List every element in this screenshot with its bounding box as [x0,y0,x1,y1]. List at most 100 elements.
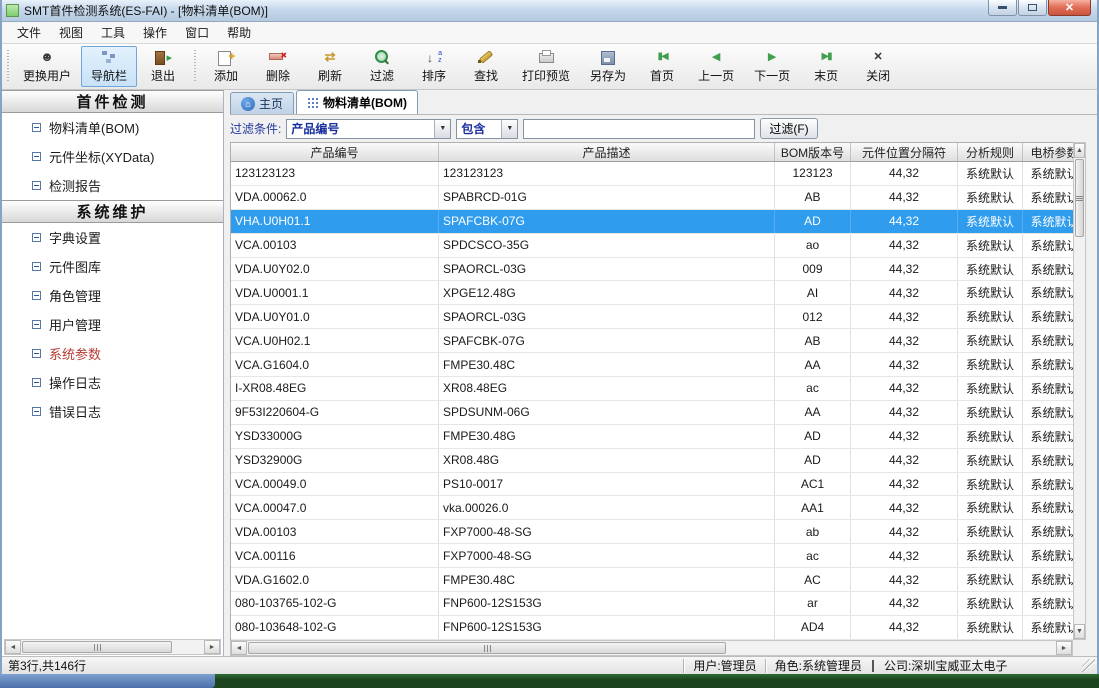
add-button[interactable]: 添加 [200,46,252,87]
table-cell: SPDCSCO-35G [439,234,775,257]
table-row[interactable]: VDA.G1602.0FMPE30.48CAC44,32系统默认系统默认 [231,568,1073,592]
table-cell: VDA.U0Y01.0 [231,305,439,328]
switch-user-button[interactable]: 更换用户 [13,46,81,87]
column-header[interactable]: BOM版本号 [775,143,851,161]
table-row[interactable]: 9F53I220604-GSPDSUNM-06GAA44,32系统默认系统默认 [231,401,1073,425]
table-row[interactable]: VDA.U0001.1XPGE12.48GAI44,32系统默认系统默认 [231,281,1073,305]
table-row[interactable]: VCA.U0H02.1SPAFCBK-07GAB44,32系统默认系统默认 [231,329,1073,353]
scroll-up-icon[interactable]: ▲ [1074,143,1085,158]
table-row[interactable]: VCA.G1604.0FMPE30.48CAA44,32系统默认系统默认 [231,353,1073,377]
sidebar-item[interactable]: 错误日志 [2,397,223,426]
tab-label: 物料清单(BOM) [323,94,407,111]
next-page-button[interactable]: 下一页 [744,46,800,87]
prev-page-button[interactable]: 上一页 [688,46,744,87]
scroll-down-icon[interactable]: ▼ [1074,624,1085,639]
sort-button[interactable]: 排序 [408,46,460,87]
first-page-button[interactable]: 首页 [636,46,688,87]
toolbar-grip[interactable] [4,50,11,83]
table-row[interactable]: I-XR08.48EGXR08.48EGac44,32系统默认系统默认 [231,377,1073,401]
nav-pane-button[interactable]: 导航栏 [81,46,137,87]
sidebar-item[interactable]: 角色管理 [2,281,223,310]
table-row[interactable]: VHA.U0H01.1SPAFCBK-07GAD44,32系统默认系统默认 [231,210,1073,234]
vertical-scrollbar[interactable]: ▲ ▼ [1073,142,1086,640]
table-row[interactable]: VCA.00103SPDCSCO-35Gao44,32系统默认系统默认 [231,234,1073,258]
horizontal-scrollbar[interactable]: ◄ ► [230,640,1073,656]
table-cell: 系统默认 [958,616,1023,639]
table-cell: 系统默认 [1023,473,1073,496]
chevron-down-icon[interactable]: ▼ [434,120,450,138]
sidebar-item[interactable]: 元件坐标(XYData) [2,142,223,171]
table-row[interactable]: YSD32900GXR08.48GAD44,32系统默认系统默认 [231,449,1073,473]
table-row[interactable]: VDA.00103FXP7000-48-SGab44,32系统默认系统默认 [231,520,1073,544]
table-cell: 44,32 [851,473,958,496]
table-row[interactable]: YSD33000GFMPE30.48GAD44,32系统默认系统默认 [231,425,1073,449]
horizontal-scroll-thumb[interactable] [248,642,726,654]
resize-grip[interactable] [1082,659,1095,672]
toolbar-button-label: 末页 [814,67,838,84]
table-row[interactable]: 12312312312312312312312344,32系统默认系统默认 [231,162,1073,186]
print-preview-button[interactable]: 打印预览 [512,46,580,87]
chevron-down-icon[interactable]: ▼ [501,120,517,138]
table-cell: FMPE30.48G [439,425,775,448]
tab-home[interactable]: 主页 [230,92,294,114]
minimize-button[interactable] [988,0,1017,16]
table-row[interactable]: 080-103648-102-GFNP600-12S153GAD444,32系统… [231,616,1073,640]
menu-item-5[interactable]: 帮助 [218,21,260,44]
scroll-right-icon[interactable]: ► [204,640,220,654]
filter-condition-label: 过滤条件: [230,120,281,137]
sidebar-item[interactable]: 检测报告 [2,171,223,200]
exit-button[interactable]: 退出 [137,46,189,87]
table-row[interactable]: VCA.00116FXP7000-48-SGac44,32系统默认系统默认 [231,544,1073,568]
filter-operator-select[interactable]: 包含 ▼ [456,119,518,139]
horizontal-scroll-track[interactable] [173,640,204,654]
table-row[interactable]: VDA.U0Y01.0SPAORCL-03G01244,32系统默认系统默认 [231,305,1073,329]
scroll-right-icon[interactable]: ► [1056,641,1072,655]
delete-button[interactable]: 删除 [252,46,304,87]
vertical-scroll-track[interactable] [1074,238,1085,624]
content-area: 主页 物料清单(BOM) 过滤条件: 产品编号 ▼ 包含 ▼ 过滤(F) [224,90,1097,656]
column-header[interactable]: 产品编号 [231,143,439,161]
table-row[interactable]: VDA.00062.0SPABRCD-01GAB44,32系统默认系统默认 [231,186,1073,210]
table-row[interactable]: VCA.00047.0vka.00026.0AA144,32系统默认系统默认 [231,496,1073,520]
sidebar-item[interactable]: 操作日志 [2,368,223,397]
refresh-button[interactable]: 刷新 [304,46,356,87]
next-page-icon [763,49,781,65]
menu-item-4[interactable]: 窗口 [176,21,218,44]
filter-field-select[interactable]: 产品编号 ▼ [286,119,451,139]
save-as-button[interactable]: 另存为 [580,46,636,87]
close-tb-button[interactable]: 关闭 [852,46,904,87]
scroll-left-icon[interactable]: ◄ [231,641,247,655]
table-cell: 44,32 [851,162,958,185]
close-button[interactable]: ✕ [1048,0,1091,16]
table-cell: 123123 [775,162,851,185]
filter-apply-button[interactable]: 过滤(F) [760,118,817,139]
filter-tb-button[interactable]: 过滤 [356,46,408,87]
table-row[interactable]: 080-103765-102-GFNP600-12S153Gar44,32系统默… [231,592,1073,616]
last-page-button[interactable]: 末页 [800,46,852,87]
horizontal-scroll-thumb[interactable] [22,641,172,653]
sidebar-item[interactable]: 物料清单(BOM) [2,113,223,142]
table-row[interactable]: VDA.U0Y02.0SPAORCL-03G00944,32系统默认系统默认 [231,258,1073,282]
filter-value-input[interactable] [523,119,755,139]
restore-button[interactable] [1018,0,1047,16]
sidebar-item[interactable]: 系统参数 [2,339,223,368]
column-header[interactable]: 分析规则 [958,143,1023,161]
menu-item-2[interactable]: 工具 [92,21,134,44]
toolbar-grip[interactable] [191,50,198,83]
sidebar-item[interactable]: 用户管理 [2,310,223,339]
sidebar-horizontal-scrollbar[interactable]: ◄► [4,639,221,655]
horizontal-scroll-track[interactable] [727,641,1056,655]
column-header[interactable]: 产品描述 [439,143,775,161]
scroll-left-icon[interactable]: ◄ [5,640,21,654]
menu-item-0[interactable]: 文件 [8,21,50,44]
find-button[interactable]: 查找 [460,46,512,87]
table-row[interactable]: VCA.00049.0PS10-0017AC144,32系统默认系统默认 [231,473,1073,497]
vertical-scroll-thumb[interactable] [1075,159,1084,237]
sidebar-item[interactable]: 字典设置 [2,223,223,252]
tab-bom-grid[interactable]: 物料清单(BOM) [296,90,418,114]
sidebar-item[interactable]: 元件图库 [2,252,223,281]
menu-item-3[interactable]: 操作 [134,21,176,44]
column-header[interactable]: 元件位置分隔符 [851,143,958,161]
column-header[interactable]: 电桥参数 [1023,143,1073,161]
menu-item-1[interactable]: 视图 [50,21,92,44]
